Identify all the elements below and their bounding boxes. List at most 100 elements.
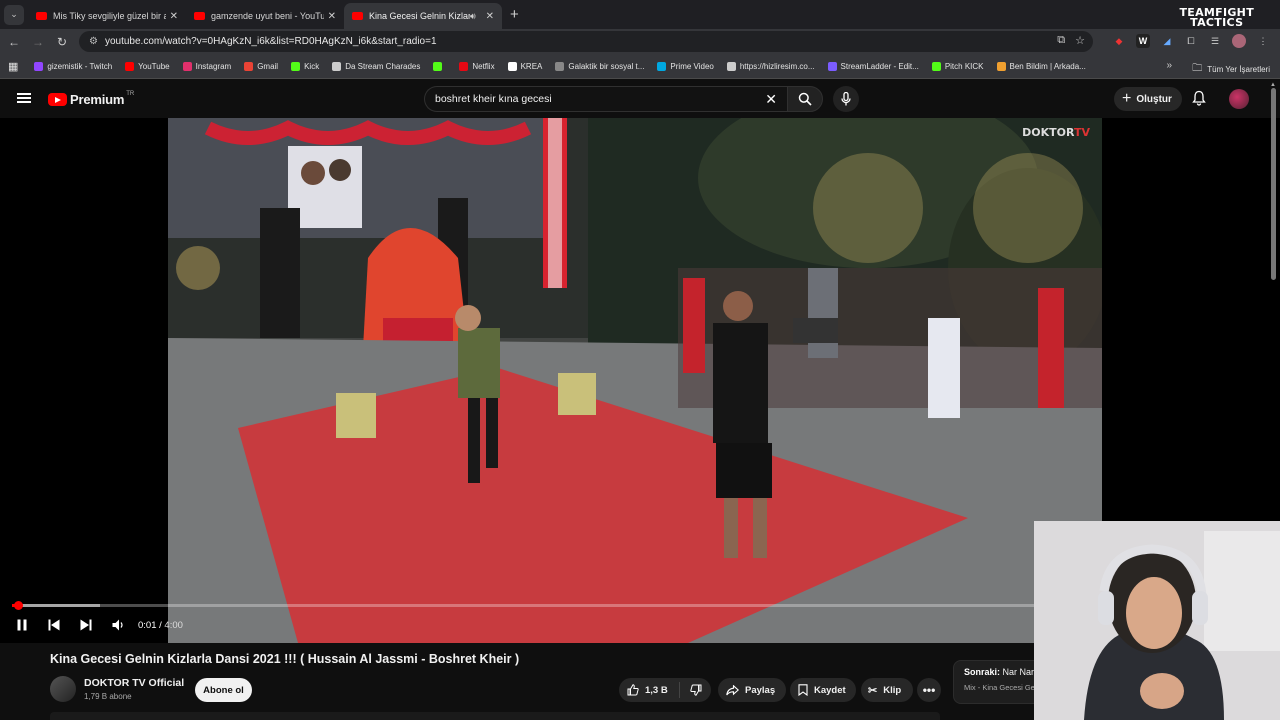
back-icon[interactable]: ← <box>2 35 26 49</box>
browser-toolbar: ← → ↻ ⚙︎ youtube.com/watch?v=0HAgKzN_i6k… <box>0 29 1280 55</box>
current-time: 0:01 <box>138 619 157 631</box>
new-tab-icon[interactable]: + <box>510 6 519 23</box>
tab-title: Kina Gecesi Gelnin Kizlarla <box>369 11 470 21</box>
bookmark-item[interactable]: YouTube <box>125 62 170 71</box>
page-scrollbar[interactable] <box>1271 88 1276 280</box>
video-frame[interactable]: DOKTORTV <box>168 118 1102 643</box>
logo-text: Premium <box>70 92 125 107</box>
share-button[interactable]: Paylaş <box>718 678 786 702</box>
description-box-edge <box>50 712 940 720</box>
bookmark-item[interactable]: StreamLadder - Edit... <box>827 62 919 71</box>
create-button[interactable]: + Oluştur <box>1114 87 1182 111</box>
browser-menu-icon[interactable]: ⋮ <box>1256 34 1270 48</box>
clear-search-icon[interactable]: ✕ <box>765 91 777 108</box>
scrubber-handle[interactable] <box>14 601 24 610</box>
address-text: youtube.com/watch?v=0HAgKzN_i6k&list=RD0… <box>104 36 437 47</box>
notifications-button[interactable] <box>1192 90 1206 106</box>
browser-tab-2[interactable]: gamzende uyut beni - YouTube ✕ <box>186 3 344 29</box>
channel-avatar[interactable] <box>50 676 76 702</box>
browser-tab-bar: ⌄ Mis Tiky sevgiliyle güzel bir ara ✕ ga… <box>0 0 1280 29</box>
up-next-title: Nar Nar <box>1002 667 1035 677</box>
bookmark-item[interactable]: Gmail <box>244 62 278 71</box>
voice-search-button[interactable] <box>833 86 859 112</box>
bookmark-label: Netflix <box>472 62 495 71</box>
extension-icon[interactable]: ◢ <box>1160 34 1174 48</box>
volume-button[interactable] <box>102 619 134 631</box>
extensions-puzzle-icon[interactable]: ⧠ <box>1184 34 1198 48</box>
bookmark-favicon-icon <box>125 62 135 71</box>
bookmark-item[interactable]: Netflix <box>459 62 495 71</box>
extensions-row: ◆ W ◢ ⧠ ☰ ⋮ <box>1112 34 1270 48</box>
clip-button[interactable]: ✂︎ Klip <box>861 678 913 702</box>
watermark-text-a: DOKTOR <box>1022 126 1074 139</box>
subscribe-button[interactable]: Abone ol <box>195 678 252 702</box>
all-bookmarks-label: Tüm Yer İşaretleri <box>1207 65 1270 74</box>
close-tab-icon[interactable]: ✕ <box>170 11 178 22</box>
extension-icon[interactable]: W <box>1136 34 1150 48</box>
reload-icon[interactable]: ↻ <box>50 35 74 49</box>
like-dislike-group: 1,3 B <box>619 678 711 702</box>
bookmark-item[interactable] <box>433 62 446 71</box>
apps-grid-icon[interactable]: ▦ <box>8 60 18 73</box>
address-bar[interactable]: ⚙︎ youtube.com/watch?v=0HAgKzN_i6k&list=… <box>79 31 1093 52</box>
forward-icon[interactable]: → <box>26 35 50 49</box>
bookmark-item[interactable]: KREA <box>507 62 542 71</box>
tab-search-menu-button[interactable]: ⌄ <box>4 4 24 25</box>
search-button[interactable] <box>787 86 823 112</box>
bookmark-star-icon[interactable]: ☆ <box>1075 34 1085 47</box>
progress-bar[interactable] <box>12 601 1034 610</box>
search-input[interactable]: boshret kheir kına gecesi ✕ <box>424 86 787 112</box>
youtube-logo[interactable]: Premium TR <box>48 91 134 107</box>
bookmark-item[interactable]: Kick <box>291 62 319 71</box>
bookmark-favicon-icon <box>931 62 941 71</box>
like-button[interactable]: 1,3 B <box>619 682 680 698</box>
bookmark-item[interactable]: Galaktik bir sosyal t... <box>555 62 644 71</box>
previous-button[interactable] <box>38 619 70 631</box>
bookmark-label: https://hizliresim.co... <box>739 62 815 71</box>
channel-name[interactable]: DOKTOR TV Official <box>84 677 184 689</box>
bookmark-favicon-icon <box>827 62 837 71</box>
bookmark-label: Gmail <box>257 62 279 71</box>
bookmark-favicon-icon <box>996 62 1006 71</box>
browser-tab-active[interactable]: Kina Gecesi Gelnin Kizlarla 🔊︎ ✕ <box>344 3 502 29</box>
close-tab-icon[interactable]: ✕ <box>328 11 336 22</box>
account-avatar[interactable] <box>1229 89 1249 109</box>
subscriber-count: 1,79 B abone <box>84 692 132 701</box>
bookmark-item[interactable]: Instagram <box>182 62 231 71</box>
webcam-image <box>1034 521 1280 720</box>
like-count: 1,3 B <box>645 684 668 696</box>
bookmark-item[interactable]: Da Stream Charades <box>332 62 420 71</box>
bookmark-item[interactable]: Ben Bildim | Arkada... <box>996 62 1086 71</box>
up-next-card[interactable]: Sonraki: Nar Nar Mix - Kina Gecesi Gelni <box>953 660 1043 704</box>
bookmark-favicon-icon <box>657 62 667 71</box>
all-bookmarks-button[interactable]: 🗀 Tüm Yer İşaretleri <box>1192 61 1270 78</box>
bookmark-label: Kick <box>304 62 320 71</box>
reading-list-icon[interactable]: ☰ <box>1208 34 1222 48</box>
extension-icon[interactable]: ◆ <box>1112 34 1126 48</box>
speaker-icon[interactable]: 🔊︎ <box>470 11 476 22</box>
site-settings-icon[interactable]: ⚙︎ <box>89 36 98 47</box>
open-in-app-icon[interactable]: ⧉ <box>1057 34 1065 47</box>
close-tab-icon[interactable]: ✕ <box>486 11 494 22</box>
menu-icon[interactable] <box>17 93 31 103</box>
watermark-text-b: TV <box>1073 126 1090 139</box>
profile-avatar[interactable] <box>1232 34 1246 48</box>
bookmark-item[interactable]: gizemistik - Twitch <box>34 62 112 71</box>
bookmark-item[interactable]: Prime Video <box>657 62 714 71</box>
skip-previous-icon <box>48 619 60 631</box>
dislike-button[interactable] <box>680 684 711 696</box>
save-button[interactable]: Kaydet <box>790 678 856 702</box>
more-actions-button[interactable]: ••• <box>917 678 941 702</box>
streamer-webcam-overlay <box>1034 521 1280 720</box>
total-time: 4:00 <box>164 619 183 631</box>
bookmark-label: Galaktik bir sosyal t... <box>568 62 645 71</box>
next-button[interactable] <box>70 619 102 631</box>
more-bookmarks-icon[interactable]: » <box>1166 60 1172 71</box>
bookmark-favicon-icon <box>459 62 469 71</box>
save-label: Kaydet <box>814 684 846 696</box>
browser-tab-1[interactable]: Mis Tiky sevgiliyle güzel bir ara ✕ <box>28 3 186 29</box>
bookmark-item[interactable]: Pitch KICK <box>931 62 984 71</box>
youtube-header: Premium TR boshret kheir kına gecesi ✕ +… <box>0 80 1280 118</box>
bookmark-item[interactable]: https://hizliresim.co... <box>726 62 815 71</box>
pause-button[interactable] <box>6 619 38 631</box>
